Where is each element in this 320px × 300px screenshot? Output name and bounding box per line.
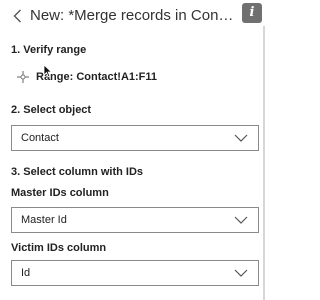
object-select[interactable]: Contact <box>11 125 259 151</box>
section-title-select-object: 2. Select object <box>11 104 92 116</box>
info-button[interactable]: i <box>242 3 262 23</box>
pane-header: New: *Merge records in Contact <box>0 0 265 32</box>
chevron-left-icon <box>13 9 21 23</box>
range-row: Range: Contact!A1:F11 <box>17 69 157 85</box>
page-title: New: *Merge records in Contact <box>30 7 235 24</box>
chevron-down-icon <box>234 134 248 142</box>
victim-ids-select[interactable]: Id <box>11 260 259 286</box>
master-ids-select-value: Master Id <box>21 214 67 226</box>
chevron-down-icon <box>234 269 248 277</box>
task-pane: New: *Merge records in Contact i 1. Veri… <box>0 0 265 300</box>
object-select-value: Contact <box>21 132 59 144</box>
chevron-down-icon <box>234 216 248 224</box>
pane-border <box>263 26 265 300</box>
mouse-cursor-icon <box>43 64 53 78</box>
victim-ids-select-value: Id <box>21 267 31 279</box>
section-title-select-columns: 3. Select column with IDs <box>11 166 144 178</box>
section-title-verify-range: 1. Verify range <box>11 44 87 56</box>
master-ids-select[interactable]: Master Id <box>11 207 259 233</box>
master-ids-label: Master IDs column <box>11 187 109 199</box>
crosshair-icon <box>17 71 29 83</box>
range-text: Range: Contact!A1:F11 <box>36 71 158 83</box>
back-button[interactable] <box>6 4 28 28</box>
victim-ids-label: Victim IDs column <box>11 242 107 254</box>
